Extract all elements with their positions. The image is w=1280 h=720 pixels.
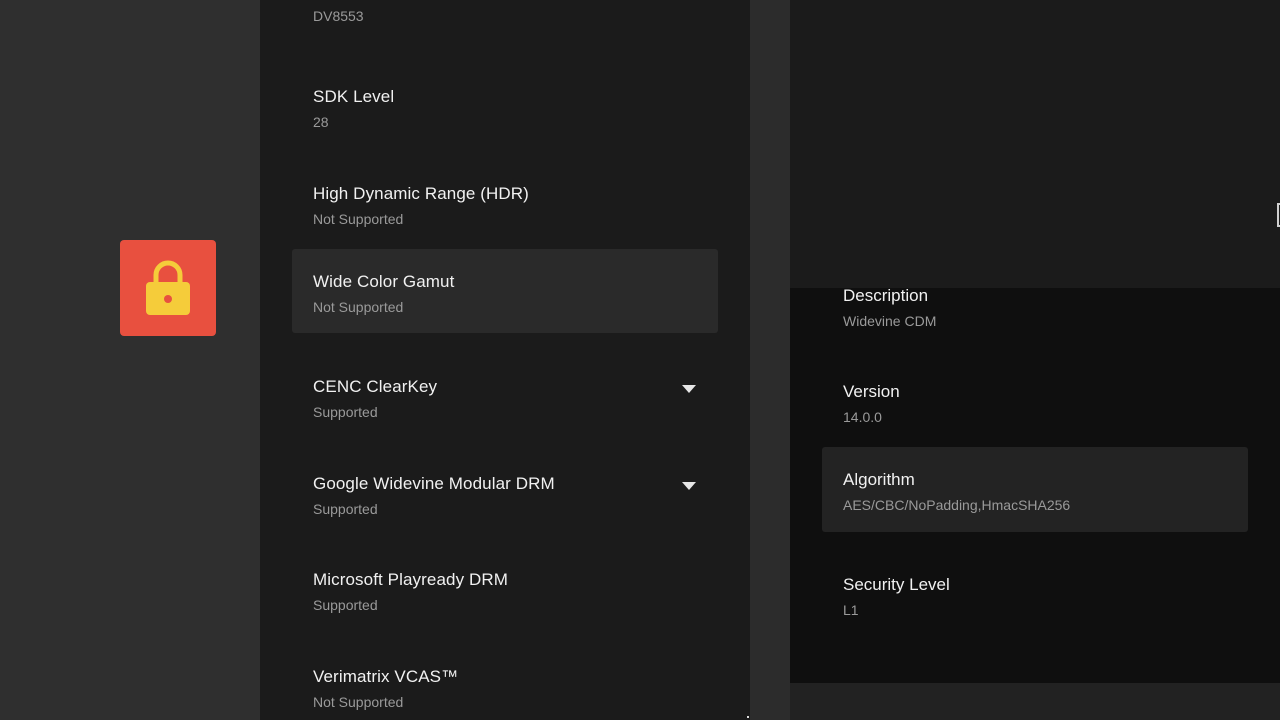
item-value: 14.0.0 bbox=[843, 409, 882, 425]
item-value: Supported bbox=[313, 501, 378, 517]
item-value: Supported bbox=[313, 404, 378, 420]
item-title: Security Level bbox=[843, 575, 950, 594]
item-value: AES/CBC/NoPadding,HmacSHA256 bbox=[843, 497, 1071, 513]
item-title: Wide Color Gamut bbox=[313, 272, 455, 291]
item-value: L1 bbox=[843, 602, 859, 618]
item-value: Supported bbox=[313, 597, 378, 613]
item-value: 28 bbox=[313, 114, 329, 130]
list-item-hdr[interactable]: High Dynamic Range (HDR) Not Supported bbox=[292, 160, 718, 244]
list-item-verimatrix[interactable]: Verimatrix VCAS™ Not Supported bbox=[292, 643, 718, 720]
drm-detail-panel: Description Widevine CDM Version 14.0.0 … bbox=[790, 0, 1280, 683]
list-item-cenc-clearkey[interactable]: CENC ClearKey Supported bbox=[292, 353, 718, 437]
item-title: Version bbox=[843, 382, 900, 401]
item-title: Microsoft Playready DRM bbox=[313, 570, 509, 589]
item-value: Widevine CDM bbox=[843, 313, 937, 329]
device-info-list: DV8553 SDK Level 28 High Dynamic Range (… bbox=[260, 0, 750, 720]
item-title: Description bbox=[843, 286, 929, 305]
lock-icon bbox=[146, 260, 190, 315]
scroll-cursor bbox=[747, 716, 749, 718]
detail-footer bbox=[790, 683, 1280, 720]
item-value: Not Supported bbox=[313, 694, 404, 710]
detail-item-security-level[interactable]: Security Level L1 bbox=[822, 551, 1248, 636]
item-title: Google Widevine Modular DRM bbox=[313, 474, 555, 493]
left-background bbox=[0, 0, 260, 720]
list-item-widevine[interactable]: Google Widevine Modular DRM Supported bbox=[292, 450, 718, 534]
detail-item-version[interactable]: Version 14.0.0 bbox=[822, 358, 1248, 443]
chevron-down-icon[interactable] bbox=[682, 482, 696, 490]
item-title: High Dynamic Range (HDR) bbox=[313, 184, 529, 203]
list-item-wide-color-gamut[interactable]: Wide Color Gamut Not Supported bbox=[292, 249, 718, 333]
item-title: CENC ClearKey bbox=[313, 377, 438, 396]
list-item-sdk-level[interactable]: SDK Level 28 bbox=[292, 63, 718, 147]
previous-item-value: DV8553 bbox=[313, 8, 364, 24]
item-title: SDK Level bbox=[313, 87, 395, 106]
item-value: Not Supported bbox=[313, 211, 404, 227]
detail-item-algorithm[interactable]: Algorithm AES/CBC/NoPadding,HmacSHA256 bbox=[822, 447, 1248, 532]
item-title: Algorithm bbox=[843, 470, 915, 489]
app-icon bbox=[120, 240, 216, 336]
panel-gap bbox=[750, 0, 790, 720]
chevron-down-icon[interactable] bbox=[682, 385, 696, 393]
item-value: Not Supported bbox=[313, 299, 404, 315]
screen: DV8553 SDK Level 28 High Dynamic Range (… bbox=[0, 0, 1280, 720]
item-title: Verimatrix VCAS™ bbox=[313, 667, 459, 686]
detail-header-area bbox=[790, 0, 1280, 288]
list-item-playready[interactable]: Microsoft Playready DRM Supported bbox=[292, 546, 718, 630]
